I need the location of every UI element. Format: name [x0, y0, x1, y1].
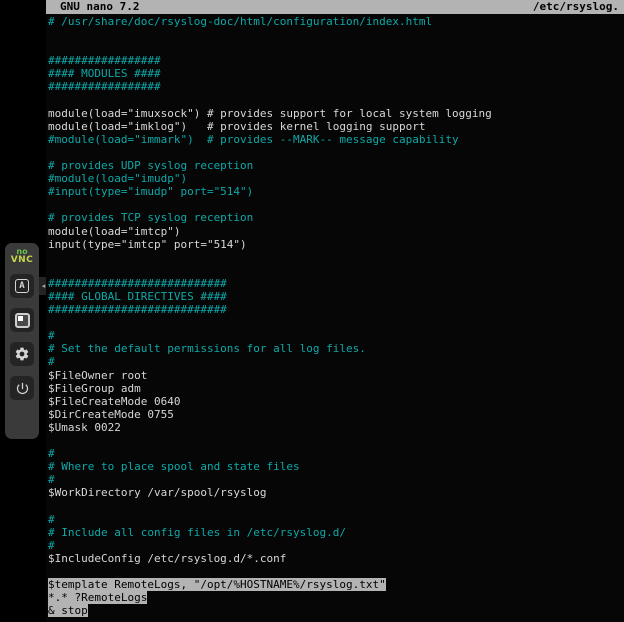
editor-line: *.* ?RemoteLogs	[48, 591, 624, 604]
editor-line: #	[48, 473, 624, 486]
editor-line	[48, 565, 624, 578]
editor-line: $FileOwner root	[48, 369, 624, 382]
power-icon	[15, 381, 30, 396]
editor-line	[48, 198, 624, 211]
terminal-window[interactable]: GNU nano 7.2 /etc/rsyslog. # /usr/share/…	[46, 0, 624, 622]
editor-line: input(type="imtcp" port="514")	[48, 238, 624, 251]
editor-line: $WorkDirectory /var/spool/rsyslog	[48, 486, 624, 499]
editor-line: # provides TCP syslog reception	[48, 211, 624, 224]
editor-line	[48, 251, 624, 264]
editor-line: #module(load="immark") # provides --MARK…	[48, 133, 624, 146]
editor-line: & stop	[48, 604, 624, 617]
novnc-control-bar: no VNC A	[5, 243, 39, 439]
editor-line	[48, 264, 624, 277]
editor-line: #	[48, 447, 624, 460]
editor-content[interactable]: # /usr/share/doc/rsyslog-doc/html/config…	[46, 14, 624, 617]
editor-line: $DirCreateMode 0755	[48, 408, 624, 421]
novnc-logo-bottom: VNC	[11, 256, 34, 265]
power-button[interactable]	[10, 376, 34, 400]
editor-line: # Where to place spool and state files	[48, 460, 624, 473]
extra-keys-button[interactable]: A	[10, 274, 34, 298]
chevron-left-icon: ◂	[42, 282, 46, 290]
editor-line	[48, 146, 624, 159]
editor-line: module(load="imuxsock") # provides suppo…	[48, 107, 624, 120]
editor-line: # Set the default permissions for all lo…	[48, 342, 624, 355]
editor-line: module(load="imklog") # provides kernel …	[48, 120, 624, 133]
fullscreen-button[interactable]	[10, 308, 34, 332]
nano-version: GNU nano 7.2	[60, 0, 139, 14]
editor-line: # /usr/share/doc/rsyslog-doc/html/config…	[48, 15, 624, 28]
editor-line: $Umask 0022	[48, 421, 624, 434]
editor-line: $template RemoteLogs, "/opt/%HOSTNAME%/r…	[48, 578, 624, 591]
editor-line: #################	[48, 54, 624, 67]
settings-button[interactable]	[10, 342, 34, 366]
editor-line	[48, 28, 624, 41]
editor-line	[48, 434, 624, 447]
fullscreen-icon	[15, 313, 30, 328]
editor-line: #	[48, 329, 624, 342]
editor-line: module(load="imtcp")	[48, 225, 624, 238]
editor-line: ###########################	[48, 303, 624, 316]
editor-line: #module(load="imudp")	[48, 172, 624, 185]
editor-line	[48, 41, 624, 54]
editor-line: $IncludeConfig /etc/rsyslog.d/*.conf	[48, 552, 624, 565]
gear-icon	[14, 346, 30, 362]
editor-line: $FileCreateMode 0640	[48, 395, 624, 408]
editor-line: #### MODULES ####	[48, 67, 624, 80]
editor-line: # Include all config files in /etc/rsysl…	[48, 526, 624, 539]
editor-line	[48, 316, 624, 329]
editor-line: #	[48, 355, 624, 368]
editor-line: ###########################	[48, 277, 624, 290]
editor-line: #################	[48, 80, 624, 93]
editor-line	[48, 499, 624, 512]
novnc-logo: no VNC	[11, 248, 34, 265]
a-key-icon: A	[15, 279, 29, 293]
nano-filename: /etc/rsyslog.	[533, 0, 619, 14]
nano-titlebar: GNU nano 7.2 /etc/rsyslog.	[46, 0, 624, 14]
editor-line: #input(type="imudp" port="514")	[48, 185, 624, 198]
editor-line	[48, 94, 624, 107]
editor-line: #	[48, 539, 624, 552]
editor-line: #### GLOBAL DIRECTIVES ####	[48, 290, 624, 303]
editor-line: $FileGroup adm	[48, 382, 624, 395]
editor-line: # provides UDP syslog reception	[48, 159, 624, 172]
editor-line: #	[48, 513, 624, 526]
